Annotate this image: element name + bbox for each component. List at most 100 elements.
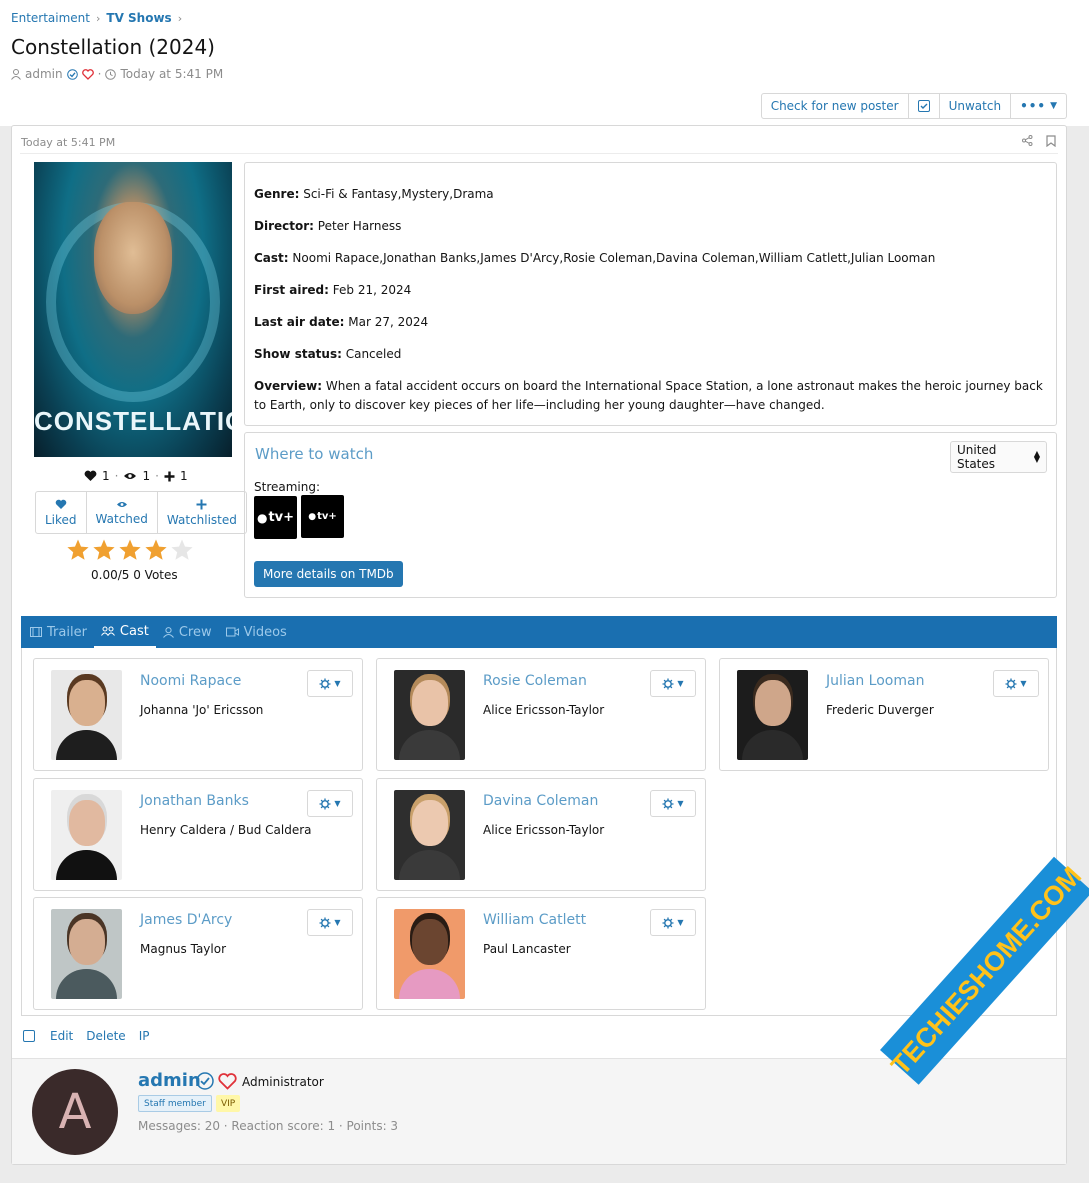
cast-name[interactable]: Julian Looman	[826, 673, 924, 689]
eye-icon	[124, 473, 137, 479]
tmdb-details-button[interactable]: More details on TMDb	[254, 561, 403, 587]
cast-photo-body	[56, 850, 117, 880]
cast-card: James D'Arcy Magnus Taylor ▼	[33, 897, 363, 1010]
gear-icon	[319, 678, 331, 689]
cast-card: Rosie Coleman Alice Ericsson-Taylor ▼	[376, 658, 706, 771]
cast-name[interactable]: James D'Arcy	[140, 912, 232, 928]
country-select[interactable]: United States ▲ ▼	[950, 441, 1047, 473]
cast-name[interactable]: Rosie Coleman	[483, 673, 587, 689]
cast-photo-head	[69, 680, 105, 726]
cast-options-button[interactable]: ▼	[993, 670, 1039, 697]
cast-photo[interactable]	[51, 670, 122, 760]
post-container: Today at 5:41 PM CONSTELLATION 1 · 1 · 1…	[11, 125, 1067, 1165]
tab-videos[interactable]: Videos	[219, 616, 294, 648]
star-icon[interactable]	[170, 538, 194, 562]
edit-link[interactable]: Edit	[50, 1029, 73, 1043]
gear-icon	[662, 798, 674, 809]
genre-label: Genre:	[254, 187, 300, 201]
cast-photo[interactable]	[51, 790, 122, 880]
select-thread-button[interactable]	[909, 94, 940, 118]
verified-icon	[196, 1072, 214, 1090]
cast-options-button[interactable]: ▼	[650, 670, 696, 697]
star-icon[interactable]	[118, 538, 142, 562]
heart-icon	[218, 1072, 237, 1090]
show-info: Genre: Sci-Fi & Fantasy,Mystery,Drama Di…	[244, 162, 1057, 426]
select-post-checkbox[interactable]	[23, 1030, 35, 1042]
check-poster-button[interactable]: Check for new poster	[762, 94, 909, 118]
delete-link[interactable]: Delete	[86, 1029, 125, 1043]
cast-options-button[interactable]: ▼	[307, 909, 353, 936]
tab-trailer[interactable]: Trailer	[23, 616, 94, 648]
cast-options-button[interactable]: ▼	[650, 909, 696, 936]
cast-photo-body	[399, 730, 460, 760]
cast-options-button[interactable]: ▼	[307, 790, 353, 817]
watchlisted-button[interactable]: Watchlisted	[158, 492, 246, 533]
star-icon[interactable]	[92, 538, 116, 562]
last-air-value: Mar 27, 2024	[348, 315, 429, 329]
cast-photo[interactable]	[394, 790, 465, 880]
cast-photo-body	[56, 730, 117, 760]
last-air-row: Last air date: Mar 27, 2024	[254, 313, 1047, 332]
cast-photo-head	[412, 800, 448, 846]
avatar[interactable]: A	[32, 1069, 118, 1155]
watched-button[interactable]: Watched	[87, 492, 158, 533]
ip-link[interactable]: IP	[139, 1029, 150, 1043]
breadcrumb: Entertaiment › TV Shows ›	[11, 11, 182, 25]
liked-button[interactable]: Liked	[36, 492, 87, 533]
director-label: Director:	[254, 219, 314, 233]
cast-name[interactable]: Noomi Rapace	[140, 673, 241, 689]
caret-down-icon: ▼	[334, 918, 341, 927]
watchlisted-count: 1	[179, 469, 188, 483]
cast-photo-body	[742, 730, 803, 760]
show-poster: CONSTELLATION	[34, 162, 232, 457]
page-title: Constellation (2024)	[11, 35, 215, 59]
cast-photo[interactable]	[394, 909, 465, 999]
share-icon[interactable]	[1022, 135, 1033, 146]
bookmark-icon[interactable]	[1046, 135, 1056, 147]
thread-author[interactable]: admin	[25, 67, 63, 81]
breadcrumb-tv-shows[interactable]: TV Shows	[106, 11, 171, 25]
cast-name[interactable]: Davina Coleman	[483, 793, 598, 809]
star-icon[interactable]	[66, 538, 90, 562]
divider	[20, 153, 1058, 154]
cast-name[interactable]: William Catlett	[483, 912, 586, 928]
star-icon[interactable]	[144, 538, 168, 562]
user-icon	[11, 68, 21, 80]
poster-face	[94, 202, 172, 314]
cast-photo[interactable]	[737, 670, 808, 760]
more-options-button[interactable]: ••• ▼	[1011, 94, 1066, 118]
staff-badge: Staff member	[138, 1095, 212, 1112]
clock-icon	[105, 68, 117, 80]
page-header: Entertaiment › TV Shows › Constellation …	[0, 0, 1089, 126]
vip-badge: VIP	[216, 1095, 241, 1112]
cast-photo-head	[412, 919, 448, 965]
video-icon	[225, 627, 239, 637]
tab-cast[interactable]: Cast	[93, 616, 156, 648]
tab-label: Trailer	[47, 624, 87, 640]
film-icon	[30, 627, 42, 637]
cast-photo-head	[69, 800, 105, 846]
cast-photo[interactable]	[394, 670, 465, 760]
cast-photo-body	[56, 969, 117, 999]
country-value: United States	[957, 443, 997, 471]
cast-name[interactable]: Jonathan Banks	[140, 793, 249, 809]
cast-photo[interactable]	[51, 909, 122, 999]
cast-options-button[interactable]: ▼	[650, 790, 696, 817]
cast-options-button[interactable]: ▼	[307, 670, 353, 697]
author-title: Administrator	[242, 1075, 324, 1089]
apple-tv-amazon-logo[interactable]: ● tv+	[301, 495, 344, 538]
rating-stars[interactable]	[66, 538, 194, 562]
cast-grid: Noomi Rapace Johanna 'Jo' Ericsson ▼ Rosie …	[21, 648, 1057, 1016]
apple-tv-logo[interactable]: ● tv+	[254, 496, 297, 539]
watched-label: Watched	[95, 511, 148, 526]
gear-icon	[319, 917, 331, 928]
cast-value: Noomi Rapace,Jonathan Banks,James D'Arcy…	[292, 251, 936, 265]
unwatch-button[interactable]: Unwatch	[940, 94, 1012, 118]
eye-icon	[116, 501, 127, 507]
provider-label: tv+	[268, 510, 295, 525]
cast-card: Julian Looman Frederic Duverger ▼	[719, 658, 1049, 771]
breadcrumb-entertainment[interactable]: Entertaiment	[11, 11, 90, 25]
cast-card: William Catlett Paul Lancaster ▼	[376, 897, 706, 1010]
tab-crew[interactable]: Crew	[156, 616, 219, 648]
author-name[interactable]: admin	[138, 1070, 201, 1091]
